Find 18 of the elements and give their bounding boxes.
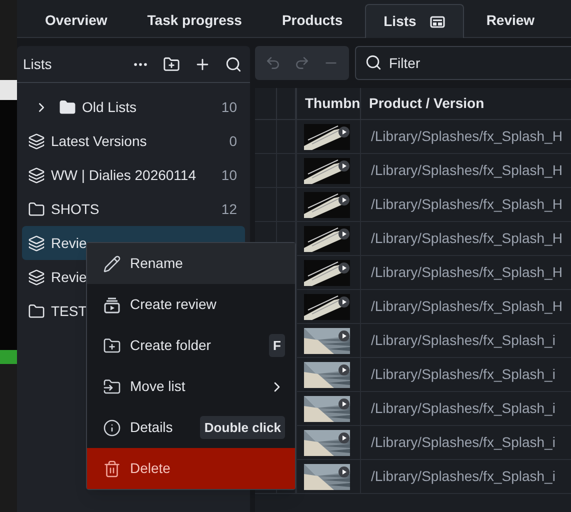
shortcut-hint: Double click [200,416,285,440]
shortcut-hint: F [269,334,285,358]
table-cell-text: /Library/Splashes/fx_Splash_H [370,229,564,248]
table-cell-text: /Library/Splashes/fx_Splash_i [370,467,556,486]
item-count: 0 [229,132,237,150]
item-count: 12 [221,200,237,218]
table-cell-text: /Library/Splashes/fx_Splash_H [370,161,564,180]
table-cell-text: /Library/Splashes/fx_Splash_i [370,365,556,384]
table-cell-text: /Library/Splashes/fx_Splash_H [370,263,564,282]
table-cell-text: /Library/Splashes/fx_Splash_i [370,433,556,452]
table-cell-text: /Library/Splashes/fx_Splash_H [370,195,564,214]
panel-title: Lists [23,54,53,74]
table-cell-text: /Library/Splashes/fx_Splash_i [370,399,556,418]
table-cell-text: /Library/Splashes/fx_Splash_i [370,331,556,350]
item-count: 10 [221,166,237,184]
item-count: 10 [221,98,237,116]
table-cell-text: /Library/Splashes/fx_Splash_H [370,127,564,146]
table-cell-text: /Library/Splashes/fx_Splash_H [370,297,564,316]
